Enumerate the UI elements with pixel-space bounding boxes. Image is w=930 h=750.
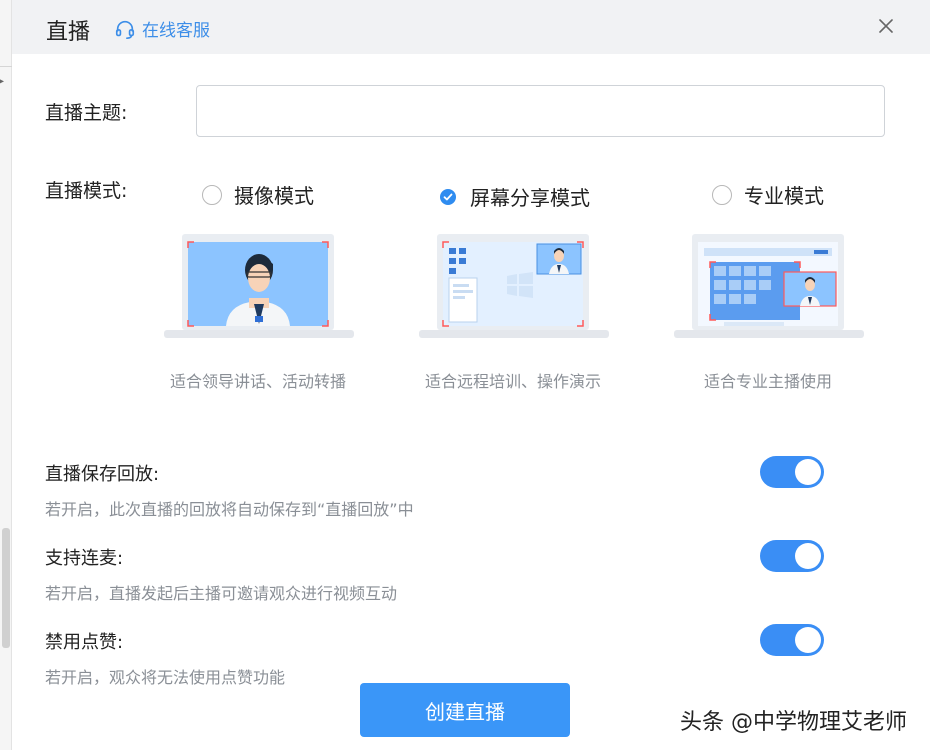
toggle-knob	[795, 459, 821, 485]
background-scrollbar[interactable]	[2, 528, 10, 648]
check-icon	[443, 193, 453, 200]
close-icon	[879, 19, 893, 33]
camera-mode-label: 摄像模式	[234, 184, 314, 208]
professional-mode-label: 专业模式	[744, 184, 824, 208]
create-live-button[interactable]: 创建直播	[360, 683, 570, 737]
headset-icon	[115, 20, 135, 39]
camera-mode-illustration[interactable]	[164, 232, 354, 342]
option-title-disable-likes: 禁用点赞:	[45, 632, 124, 653]
disable-likes-toggle[interactable]	[760, 624, 824, 656]
edge-divider	[0, 66, 12, 67]
camera-mode-description: 适合领导讲话、活动转播	[169, 372, 346, 391]
caret-icon: ▸	[0, 76, 5, 87]
option-title-co-host: 支持连麦:	[45, 548, 124, 569]
screen-share-mode-description: 适合远程培训、操作演示	[424, 372, 601, 391]
dialog-header: 直播 在线客服	[12, 0, 930, 54]
live-dialog: 直播 在线客服 直播主题: 直播模式: 摄像模式 屏幕分享模式 专业模式 适合领…	[12, 0, 930, 750]
mode-option-professional[interactable]: 专业模式	[712, 180, 824, 209]
watermark-text: 头条 @中学物理艾老师	[680, 710, 907, 735]
professional-mode-description: 适合专业主播使用	[703, 372, 832, 391]
option-desc-disable-likes: 若开启，观众将无法使用点赞功能	[45, 668, 286, 687]
dialog-title: 直播	[46, 20, 91, 45]
option-title-save-replay: 直播保存回放:	[45, 464, 160, 485]
save-replay-toggle[interactable]	[760, 456, 824, 488]
online-service-label: 在线客服	[142, 21, 210, 41]
toggle-knob	[795, 543, 821, 569]
topic-label: 直播主题:	[45, 102, 128, 124]
camera-mode-radio[interactable]	[202, 184, 222, 205]
online-service-link[interactable]: 在线客服	[114, 16, 210, 41]
mode-option-camera[interactable]: 摄像模式	[202, 180, 314, 209]
topic-input[interactable]	[196, 85, 885, 137]
option-desc-co-host: 若开启，直播发起后主播可邀请观众进行视频互动	[45, 584, 398, 603]
professional-mode-illustration[interactable]	[674, 232, 864, 342]
screen-share-mode-radio[interactable]	[440, 188, 456, 205]
option-desc-save-replay: 若开启，此次直播的回放将自动保存到“直播回放”中	[45, 500, 414, 519]
background-window-edge: ▸	[0, 0, 12, 750]
mode-label: 直播模式:	[45, 180, 128, 202]
professional-mode-radio[interactable]	[712, 184, 732, 205]
screen-share-mode-label: 屏幕分享模式	[470, 186, 590, 210]
co-host-toggle[interactable]	[760, 540, 824, 572]
screen-share-mode-illustration[interactable]	[419, 232, 609, 342]
close-button[interactable]	[874, 14, 898, 38]
mode-option-screen-share[interactable]: 屏幕分享模式	[440, 182, 590, 211]
toggle-knob	[795, 627, 821, 653]
